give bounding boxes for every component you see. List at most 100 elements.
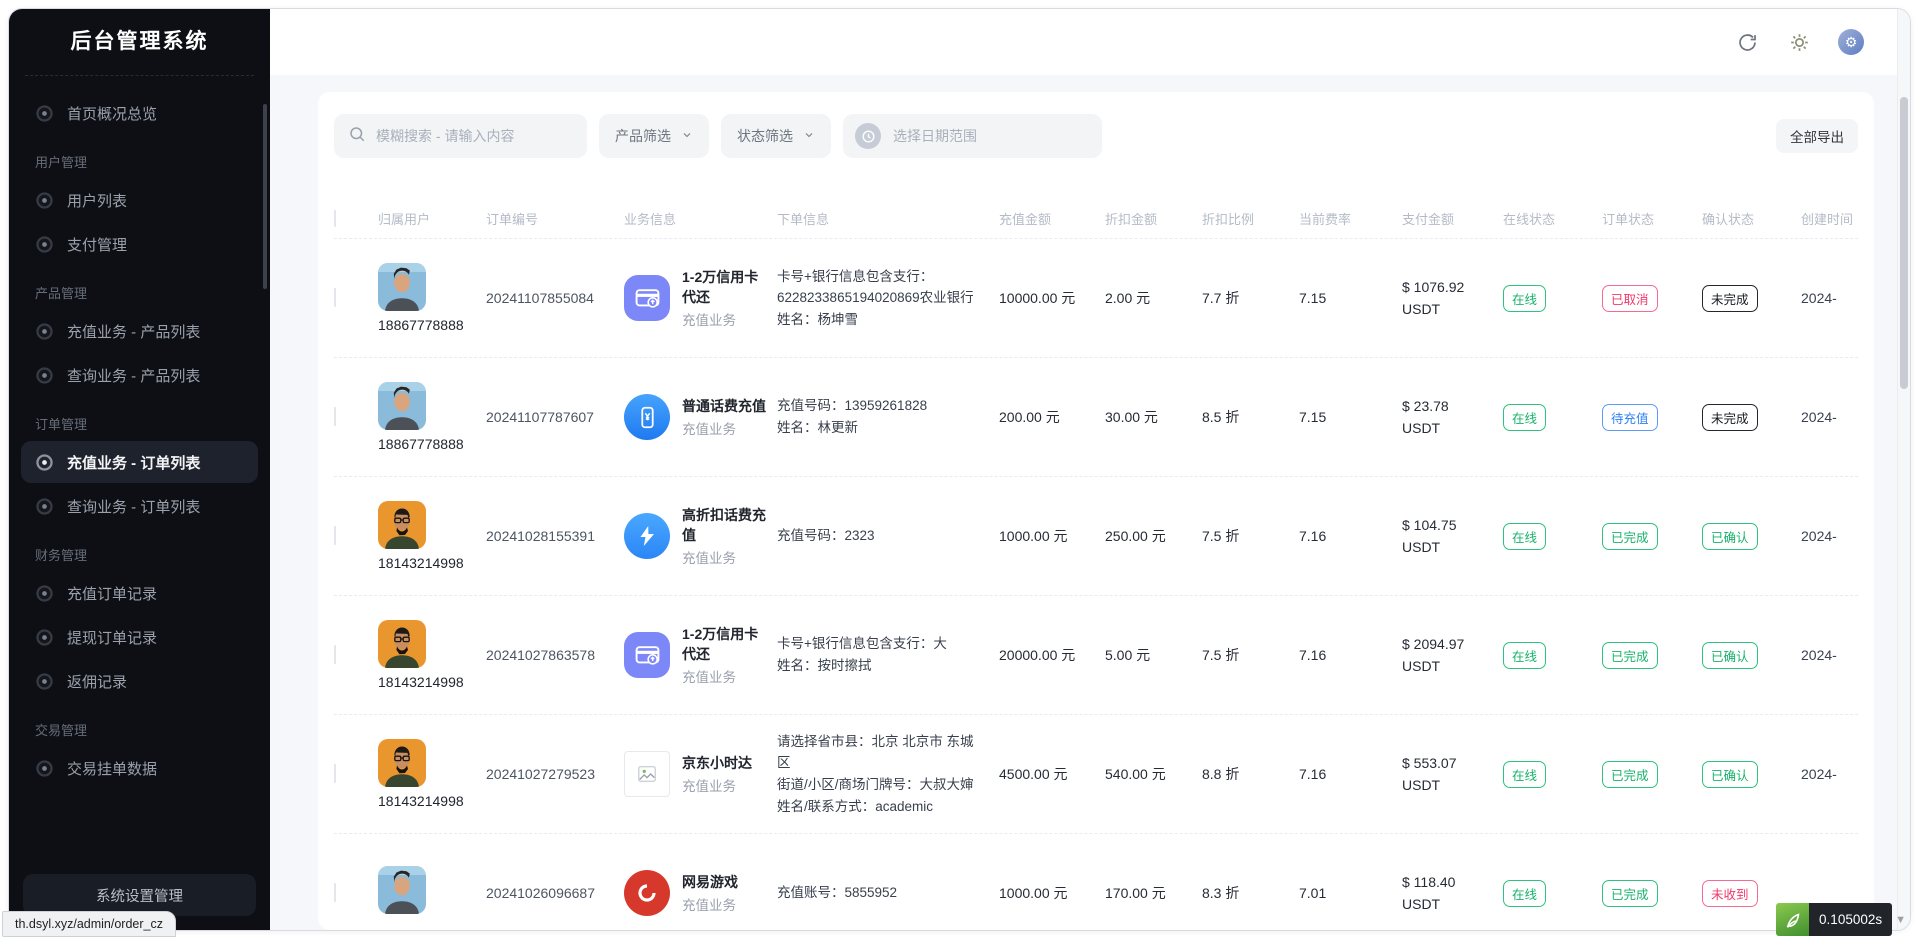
sidebar-item[interactable]: 充值订单记录 (21, 572, 258, 614)
system-settings-button[interactable]: 系统设置管理 (23, 874, 256, 916)
sidebar-item-label: 支付管理 (67, 234, 127, 255)
row-checkbox[interactable] (334, 764, 336, 783)
user-cell: 18143214998 (378, 501, 486, 571)
online-status-badge: 在线 (1503, 642, 1546, 669)
chevron-down-icon (681, 128, 693, 144)
product-name: 高折扣话费充值 (682, 505, 767, 546)
row-checkbox[interactable] (334, 407, 336, 426)
sidebar-item[interactable]: 查询业务 - 产品列表 (21, 354, 258, 396)
row-checkbox[interactable] (334, 645, 336, 664)
column-header[interactable]: 充值金额 (999, 209, 1105, 228)
table-row: 18143214998 20241027279523 京东小时达 充值业务 请选… (334, 714, 1858, 833)
order-status-badge: 已完成 (1602, 880, 1658, 907)
sidebar-item[interactable]: 返佣记录 (21, 660, 258, 702)
table-row: 18867778888 20241107787607 普通话费充值 充值业务 充… (334, 357, 1858, 476)
pay-amount: $ 1076.92USDT (1402, 276, 1503, 321)
user-phone: 18143214998 (378, 793, 486, 809)
window-scrollbar[interactable] (1897, 9, 1910, 930)
avatar[interactable] (378, 501, 426, 549)
sidebar: 后台管理系统 首页概况总览 用户管理 用户列表 支付管理 产品管理 充值业务 -… (9, 9, 270, 930)
product-type: 充值业务 (682, 666, 767, 686)
sidebar-item-label: 首页概况总览 (67, 103, 157, 124)
table-header-row: 归属用户订单编号业务信息下单信息充值金额折扣金额折扣比例当前费率支付金额在线状态… (334, 198, 1858, 238)
product-type: 充值业务 (682, 309, 767, 329)
online-status-badge: 在线 (1503, 285, 1546, 312)
pay-amount: $ 118.40USDT (1402, 871, 1503, 916)
column-header[interactable]: 折扣金额 (1105, 209, 1202, 228)
column-header[interactable]: 折扣比例 (1202, 209, 1299, 228)
column-header[interactable]: 订单编号 (486, 209, 624, 228)
caret-down-icon[interactable]: ▼ (1895, 914, 1906, 926)
avatar[interactable] (378, 866, 426, 914)
refresh-icon[interactable] (1734, 29, 1760, 55)
app-window: 后台管理系统 首页概况总览 用户管理 用户列表 支付管理 产品管理 充值业务 -… (8, 8, 1911, 931)
product-name: 普通话费充值 (682, 396, 766, 416)
sidebar-item-label: 提现订单记录 (67, 627, 157, 648)
discount-amount: 540.00 元 (1105, 764, 1202, 785)
sidebar-item[interactable]: 查询业务 - 订单列表 (21, 485, 258, 527)
sidebar-section-label: 订单管理 (19, 398, 260, 439)
column-header[interactable]: 支付金额 (1402, 209, 1503, 228)
row-checkbox[interactable] (334, 526, 336, 545)
column-header[interactable]: 确认状态 (1702, 209, 1801, 228)
product-name: 1-2万信用卡代还 (682, 267, 767, 308)
theme-light-icon[interactable] (1786, 29, 1812, 55)
table-body: 18867778888 20241107855084 1-2万信用卡代还 充值业… (334, 238, 1858, 930)
avatar[interactable] (378, 263, 426, 311)
bullseye-icon (35, 672, 54, 691)
row-checkbox[interactable] (334, 883, 336, 902)
bullseye-icon (35, 628, 54, 647)
created-at: 2024- (1801, 647, 1874, 663)
sidebar-item[interactable]: 充值业务 - 产品列表 (21, 310, 258, 352)
row-checkbox[interactable] (334, 288, 336, 307)
status-filter-dropdown[interactable]: 状态筛选 (721, 114, 831, 158)
date-range-picker[interactable]: 选择日期范围 (843, 114, 1102, 158)
column-header[interactable]: 业务信息 (624, 209, 777, 228)
bullseye-icon (35, 584, 54, 603)
recharge-amount: 10000.00 元 (999, 288, 1105, 309)
order-number: 20241028155391 (486, 528, 624, 544)
business-cell: 高折扣话费充值 充值业务 (624, 505, 777, 568)
current-rate: 7.15 (1299, 407, 1402, 428)
current-rate: 7.15 (1299, 288, 1402, 309)
sidebar-item[interactable]: 充值业务 - 订单列表 (21, 441, 258, 483)
column-header[interactable]: 创建时间 (1801, 209, 1874, 228)
link-preview-statusbar: th.dsyl.xyz/admin/order_cz (2, 911, 176, 937)
created-at: 2024- (1801, 766, 1874, 782)
sidebar-item[interactable]: 首页概况总览 (21, 92, 258, 134)
product-filter-dropdown[interactable]: 产品筛选 (599, 114, 709, 158)
sidebar-item-label: 充值业务 - 产品列表 (67, 321, 200, 342)
business-cell: 1-2万信用卡代还 充值业务 (624, 624, 777, 687)
column-header[interactable]: 归属用户 (378, 209, 486, 228)
sidebar-scrollbar-thumb[interactable] (263, 104, 267, 289)
avatar[interactable] (378, 739, 426, 787)
order-number: 20241027279523 (486, 766, 624, 782)
avatar[interactable] (378, 382, 426, 430)
discount-amount: 2.00 元 (1105, 288, 1202, 309)
main-area: ⚙ 模糊搜索 - 请输入内容 产品筛选 (270, 9, 1910, 930)
business-cell: 京东小时达 充值业务 (624, 751, 777, 797)
sidebar-item[interactable]: 交易挂单数据 (21, 747, 258, 789)
product-type: 充值业务 (682, 894, 738, 914)
column-header[interactable]: 当前费率 (1299, 209, 1402, 228)
sidebar-item[interactable]: 支付管理 (21, 223, 258, 265)
online-status-badge: 在线 (1503, 404, 1546, 431)
avatar[interactable] (378, 620, 426, 668)
select-all-checkbox[interactable] (334, 210, 336, 227)
column-header[interactable]: 在线状态 (1503, 209, 1602, 228)
column-header[interactable]: 下单信息 (777, 209, 999, 228)
column-header[interactable]: 订单状态 (1602, 209, 1702, 228)
status-filter-label: 状态筛选 (737, 126, 793, 146)
product-name: 1-2万信用卡代还 (682, 624, 767, 665)
pay-amount: $ 23.78USDT (1402, 395, 1503, 440)
search-input[interactable]: 模糊搜索 - 请输入内容 (334, 114, 587, 158)
export-all-button[interactable]: 全部导出 (1776, 119, 1858, 153)
sidebar-section-label: 交易管理 (19, 704, 260, 745)
sidebar-item[interactable]: 用户列表 (21, 179, 258, 221)
window-scrollbar-thumb[interactable] (1900, 97, 1908, 389)
performance-widget[interactable]: 0.105002s ▼ (1776, 903, 1906, 936)
order-number: 20241027863578 (486, 647, 624, 663)
settings-icon[interactable]: ⚙ (1838, 29, 1864, 55)
sidebar-item[interactable]: 提现订单记录 (21, 616, 258, 658)
created-at: 2024- (1801, 528, 1874, 544)
